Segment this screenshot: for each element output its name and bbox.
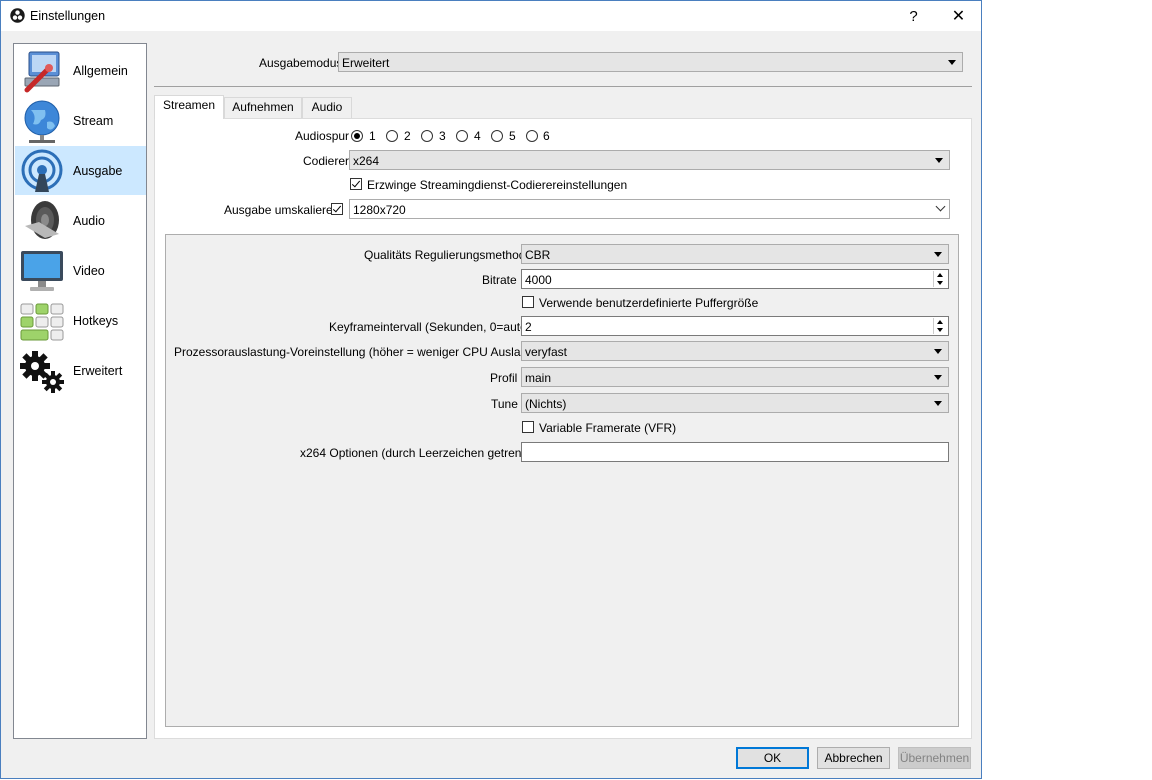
tab-aufnehmen[interactable]: Aufnehmen xyxy=(224,97,302,118)
audio-track-option-label: 4 xyxy=(474,129,481,143)
spin-arrows-icon[interactable] xyxy=(933,271,947,287)
title-bar: Einstellungen ? ✕ xyxy=(1,1,981,31)
sidebar-item-hotkeys[interactable]: Hotkeys xyxy=(15,296,146,345)
apply-button[interactable]: Übernehmen xyxy=(898,747,971,769)
rate-control-label: Qualitäts Regulierungsmethode xyxy=(364,248,533,262)
x264-options-input[interactable] xyxy=(521,442,949,462)
ok-button[interactable]: OK xyxy=(736,747,809,769)
sidebar-item-label: Hotkeys xyxy=(73,314,119,328)
output-mode-label: Ausgabemodus xyxy=(259,56,343,70)
audio-track-option-label: 5 xyxy=(509,129,516,143)
tab-audio[interactable]: Audio xyxy=(302,97,352,118)
sidebar-item-erweitert[interactable]: Erweitert xyxy=(15,346,146,395)
output-mode-value: Erweitert xyxy=(342,56,390,70)
encoder-select[interactable]: x264 xyxy=(349,150,950,170)
help-button[interactable]: ? xyxy=(891,1,936,31)
enforce-service-label: Erzwinge Streamingdienst-Codierereinstel… xyxy=(367,178,628,192)
audio-track-radio-1[interactable] xyxy=(351,130,363,142)
obs-logo-icon xyxy=(10,8,25,23)
rate-control-value: CBR xyxy=(525,248,551,262)
separator xyxy=(154,86,972,87)
custom-buffer-checkbox[interactable] xyxy=(522,296,534,308)
dropdown-arrow-icon xyxy=(934,375,942,380)
sidebar-item-stream[interactable]: Stream xyxy=(15,96,146,145)
preset-value: veryfast xyxy=(525,345,568,359)
broadcast-icon xyxy=(19,148,65,194)
audio-track-option-label: 6 xyxy=(543,129,550,143)
window-title: Einstellungen xyxy=(30,9,106,23)
bitrate-spinbox[interactable]: 4000 xyxy=(521,269,949,289)
profile-label: Profil xyxy=(490,371,518,385)
tune-value: (Nichts) xyxy=(525,397,567,411)
output-mode-select[interactable]: Erweitert xyxy=(338,52,963,72)
bitrate-label: Bitrate xyxy=(482,273,517,287)
audio-track-label: Audiospur xyxy=(295,129,350,143)
audio-track-option-label: 2 xyxy=(404,129,411,143)
globe-icon xyxy=(19,98,65,144)
monitor-icon xyxy=(19,248,65,294)
settings-sidebar: Allgemein Stream Ausgabe Audio Video Hot… xyxy=(13,43,147,739)
custom-buffer-label: Verwende benutzerdefinierte Puffergröße xyxy=(539,296,759,310)
audio-track-radio-6[interactable] xyxy=(526,130,538,142)
sidebar-item-label: Video xyxy=(73,264,105,278)
keyboard-icon xyxy=(19,298,65,344)
audio-track-radio-3[interactable] xyxy=(421,130,433,142)
audio-track-radio-4[interactable] xyxy=(456,130,468,142)
dropdown-arrow-icon xyxy=(935,158,943,163)
dropdown-arrow-icon xyxy=(934,401,942,406)
sidebar-item-label: Allgemein xyxy=(73,64,128,78)
keyframe-value: 2 xyxy=(525,320,532,334)
sidebar-item-label: Stream xyxy=(73,114,114,128)
enforce-service-checkbox[interactable] xyxy=(350,178,362,190)
x264-options-label: x264 Optionen (durch Leerzeichen getrenn… xyxy=(300,446,536,460)
audio-track-radio-5[interactable] xyxy=(491,130,503,142)
preset-select[interactable]: veryfast xyxy=(521,341,949,361)
tune-label: Tune xyxy=(491,397,518,411)
rate-control-select[interactable]: CBR xyxy=(521,244,949,264)
speaker-icon xyxy=(19,198,65,244)
keyframe-spinbox[interactable]: 2 xyxy=(521,316,949,336)
cancel-button[interactable]: Abbrechen xyxy=(817,747,890,769)
settings-window: Einstellungen ? ✕ Allgemein Stream Ausga… xyxy=(0,0,982,779)
audio-track-option-label: 1 xyxy=(369,129,376,143)
sidebar-item-video[interactable]: Video xyxy=(15,246,146,295)
bitrate-value: 4000 xyxy=(525,273,552,287)
sidebar-item-allgemein[interactable]: Allgemein xyxy=(15,46,146,95)
dropdown-arrow-icon xyxy=(934,349,942,354)
vfr-checkbox[interactable] xyxy=(522,421,534,433)
rescale-value: 1280x720 xyxy=(353,203,406,217)
profile-select[interactable]: main xyxy=(521,367,949,387)
rescale-resolution-select[interactable]: 1280x720 xyxy=(349,199,950,219)
spin-arrows-icon[interactable] xyxy=(933,318,947,334)
encoder-value: x264 xyxy=(353,154,380,168)
general-icon xyxy=(19,48,65,94)
chevron-down-icon xyxy=(935,201,946,212)
encoder-label: Codierer xyxy=(303,154,350,168)
vfr-label: Variable Framerate (VFR) xyxy=(539,421,677,435)
profile-value: main xyxy=(525,371,552,385)
sidebar-item-audio[interactable]: Audio xyxy=(15,196,146,245)
sidebar-item-ausgabe[interactable]: Ausgabe xyxy=(15,146,146,195)
rescale-label: Ausgabe umskalieren xyxy=(224,203,340,217)
sidebar-item-label: Ausgabe xyxy=(73,164,123,178)
rescale-checkbox[interactable] xyxy=(331,203,343,215)
dropdown-arrow-icon xyxy=(934,252,942,257)
close-button[interactable]: ✕ xyxy=(936,1,981,31)
gears-icon xyxy=(19,348,65,394)
audio-track-radio-2[interactable] xyxy=(386,130,398,142)
audio-track-option-label: 3 xyxy=(439,129,446,143)
keyframe-label: Keyframeintervall (Sekunden, 0=auto) xyxy=(329,320,531,334)
preset-label: Prozessorauslastung-Voreinstellung (höhe… xyxy=(174,345,554,359)
tab-streamen[interactable]: Streamen xyxy=(154,95,224,119)
tune-select[interactable]: (Nichts) xyxy=(521,393,949,413)
dropdown-arrow-icon xyxy=(948,60,956,65)
sidebar-item-label: Erweitert xyxy=(73,364,123,378)
sidebar-item-label: Audio xyxy=(73,214,105,228)
